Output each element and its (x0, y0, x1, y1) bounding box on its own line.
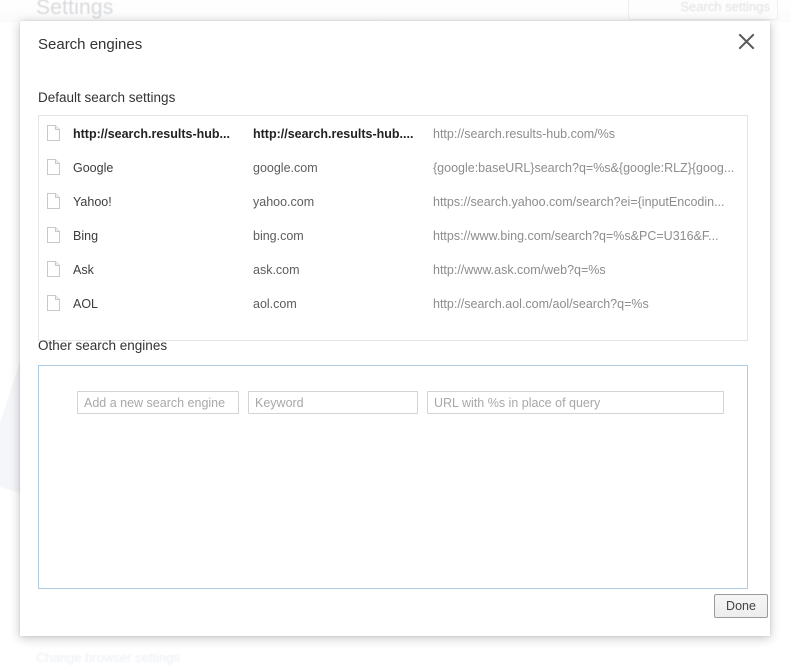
engine-keyword: yahoo.com (253, 195, 315, 209)
background-bottom-text: Change browser settings (36, 650, 180, 665)
new-engine-url-input[interactable] (427, 391, 724, 414)
engine-keyword: bing.com (253, 229, 304, 243)
other-engines-box (38, 365, 748, 589)
dialog-title: Search engines (38, 36, 143, 53)
engine-url: http://www.ask.com/web?q=%s (433, 263, 606, 277)
engine-keyword: http://search.results-hub.... (253, 126, 414, 141)
table-row[interactable]: http://search.results-hub... http://searc… (39, 116, 747, 151)
new-engine-keyword-input[interactable] (248, 391, 418, 414)
background-settings-title: Settings (36, 0, 114, 19)
table-row[interactable]: Ask ask.com http://www.ask.com/web?q=%s (39, 253, 747, 287)
table-row[interactable]: Google google.com {google:baseURL}search?q… (39, 151, 747, 185)
page-icon (47, 124, 65, 143)
engine-url: https://www.bing.com/search?q=%s&PC=U316… (433, 229, 719, 243)
page-icon (47, 193, 65, 211)
engine-name: http://search.results-hub... (73, 126, 230, 141)
default-engines-table: http://search.results-hub... http://searc… (38, 115, 748, 341)
page-icon (47, 227, 65, 245)
close-icon[interactable] (732, 27, 760, 55)
table-row[interactable]: AOL aol.com http://search.aol.com/aol/sear… (39, 287, 747, 321)
table-row[interactable]: Yahoo! yahoo.com https://search.yahoo.com/… (39, 185, 747, 219)
page-icon (47, 295, 65, 313)
engine-name: Ask (73, 263, 94, 277)
engine-url: http://search.results-hub.com/%s (433, 126, 616, 141)
engine-name: AOL (73, 297, 99, 311)
engine-keyword: ask.com (253, 263, 300, 277)
other-search-engines-label: Other search engines (38, 338, 168, 353)
new-engine-name-input[interactable] (77, 391, 239, 414)
background-search-settings-placeholder: Search settings (680, 0, 770, 14)
page-icon (47, 159, 65, 177)
engine-keyword: aol.com (253, 297, 297, 311)
table-row[interactable]: Bing bing.com https://www.bing.com/search?… (39, 219, 747, 253)
done-button[interactable]: Done (714, 594, 768, 618)
engine-name: Google (73, 161, 114, 175)
engine-url: https://search.yahoo.com/search?ei={inpu… (433, 195, 725, 209)
page-icon (47, 261, 65, 279)
default-search-settings-label: Default search settings (38, 90, 176, 105)
engine-keyword: google.com (253, 161, 318, 175)
engine-name: Yahoo! (73, 195, 112, 209)
search-engines-dialog: Search engines Default search settings h… (20, 21, 770, 636)
engine-name: Bing (73, 229, 99, 243)
engine-url: http://search.aol.com/aol/search?q=%s (433, 297, 649, 311)
engine-url: {google:baseURL}search?q=%s&{google:RLZ}… (433, 161, 735, 175)
